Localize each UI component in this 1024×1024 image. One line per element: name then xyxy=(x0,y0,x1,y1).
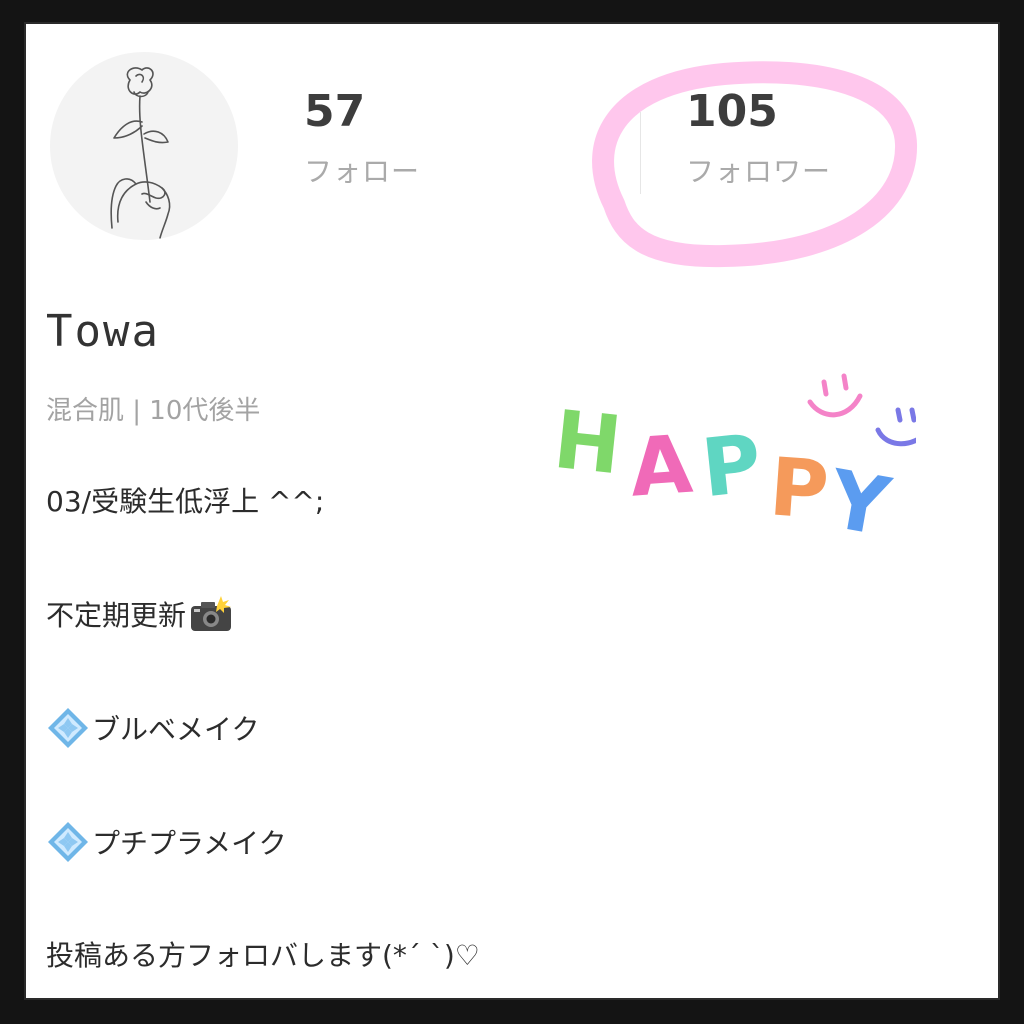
bio-line-2: 不定期更新 xyxy=(46,594,234,634)
sticker-letter-p1: P xyxy=(698,417,766,516)
profile-card: 57 フォロー 105 フォロワー Towa 混合肌 | 10代後半 H A P… xyxy=(24,22,1000,1000)
sticker-letter-p2: P xyxy=(767,440,832,537)
bio-text-5: 投稿ある方フォロバします(*´ `)♡ xyxy=(46,939,480,972)
sticker-letter-a: A xyxy=(627,418,695,515)
happy-sticker: H A P P Y xyxy=(549,373,916,544)
avatar[interactable] xyxy=(50,52,238,240)
profile-name: Towa xyxy=(46,306,160,357)
following-stat[interactable]: 57 フォロー xyxy=(304,90,420,186)
bio-text-1: 03/受験生低浮上 ^^; xyxy=(46,485,325,518)
following-label: フォロー xyxy=(304,155,421,188)
bio-text-3: ブルベメイク xyxy=(92,713,260,746)
bio-line-5: 投稿ある方フォロバします(*´ `)♡ xyxy=(46,934,480,974)
bio-line-4: プチプラメイク xyxy=(46,820,287,864)
sticker-letter-h: H xyxy=(549,393,625,492)
smiley-blue-icon xyxy=(875,407,916,447)
diamond-shape-icon xyxy=(48,708,88,748)
followers-label: フォロワー xyxy=(686,155,832,188)
bio-text-2: 不定期更新 xyxy=(46,599,187,632)
smiley-pink-icon xyxy=(807,373,863,418)
rose-line-art-icon xyxy=(110,67,171,239)
camera-flash-icon xyxy=(191,596,232,631)
following-count: 57 xyxy=(304,86,366,137)
followers-count: 105 xyxy=(686,86,778,137)
bio-line-3: ブルベメイク xyxy=(46,706,259,750)
profile-meta: 混合肌 | 10代後半 xyxy=(46,396,261,426)
diamond-shape-icon xyxy=(48,822,88,862)
bio-text-4: プチプラメイク xyxy=(92,827,287,860)
followers-stat[interactable]: 105 フォロワー xyxy=(686,90,831,186)
sticker-letter-y: Y xyxy=(822,452,897,544)
bio-line-1: 03/受験生低浮上 ^^; xyxy=(46,480,324,520)
stats-divider xyxy=(640,112,641,194)
